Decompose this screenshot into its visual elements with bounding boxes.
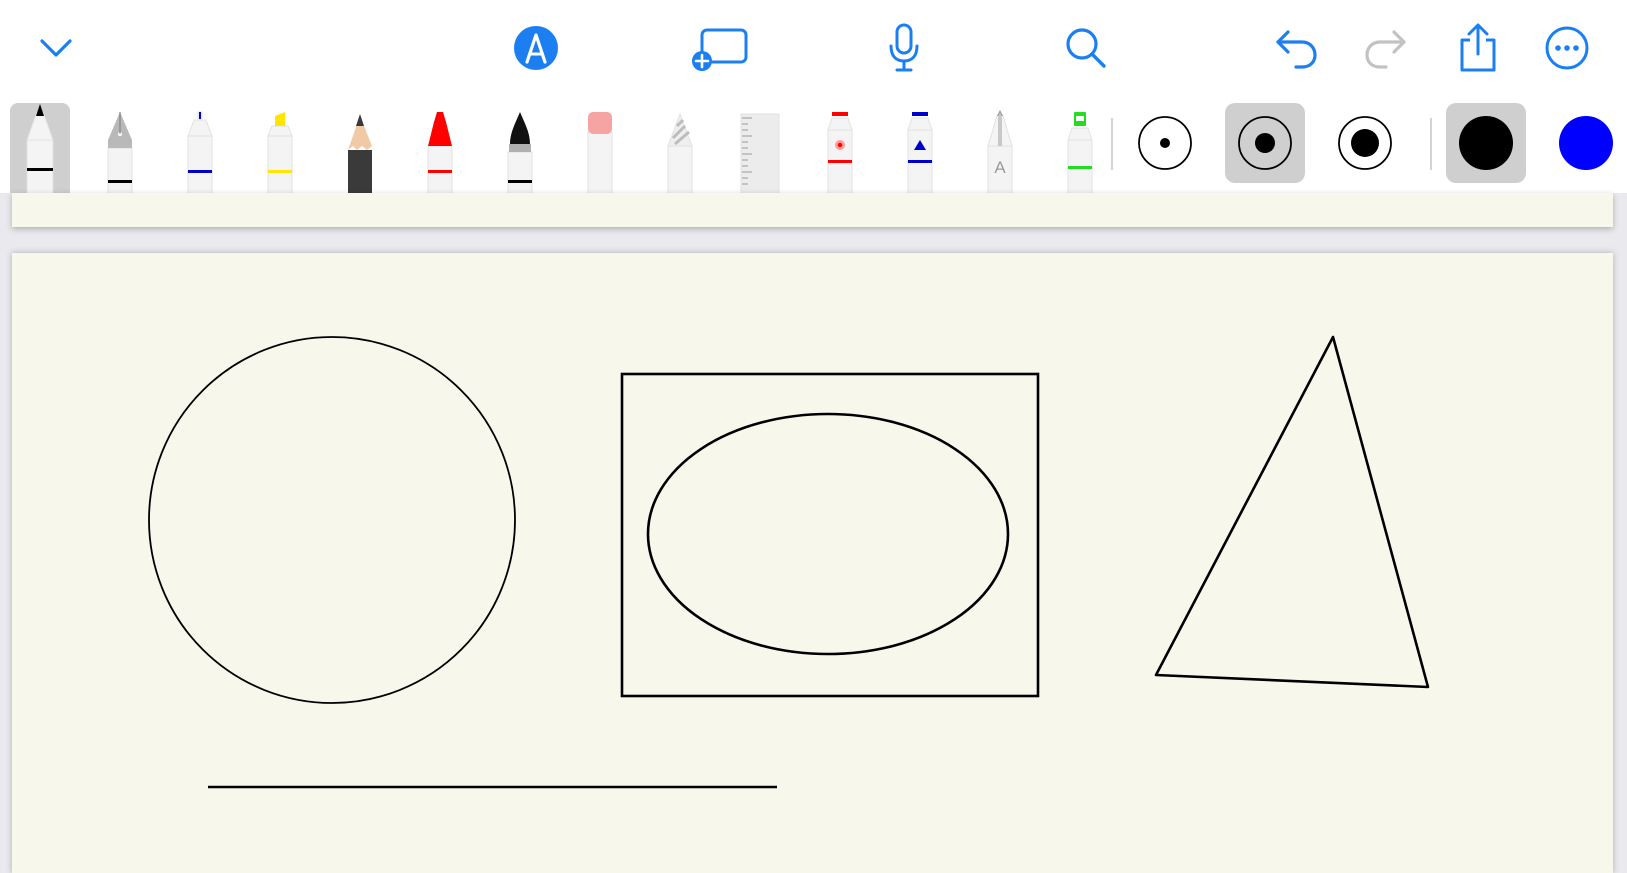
tool-lasso[interactable] [664, 96, 696, 193]
drawing-canvas[interactable] [12, 253, 1613, 873]
search-button[interactable] [1058, 20, 1114, 76]
stroke-width-medium-icon [1238, 116, 1292, 170]
text-tool-glyph: A [994, 158, 1006, 177]
redo-icon [1365, 30, 1406, 69]
stroke-width-thick[interactable] [1325, 103, 1405, 183]
color-swatch-blue [1559, 116, 1613, 170]
tool-fineliner[interactable] [184, 96, 216, 193]
share-icon [1460, 23, 1496, 72]
pen-markup-circle-icon [514, 26, 558, 70]
note-page[interactable] [12, 253, 1613, 873]
more-button[interactable] [1539, 20, 1595, 76]
markup-button[interactable] [508, 20, 564, 76]
stroke-width-medium[interactable] [1225, 103, 1305, 183]
undo-icon [1276, 30, 1317, 69]
microphone-button[interactable] [876, 20, 932, 76]
drawn-rectangle[interactable] [620, 372, 1040, 698]
stroke-width-thin[interactable] [1125, 103, 1205, 183]
color-swatch-black [1459, 116, 1513, 170]
tool-shape[interactable] [904, 96, 936, 193]
drawn-triangle[interactable] [1154, 335, 1430, 689]
tool-watercolor-brush[interactable] [504, 96, 536, 193]
tool-laser-pointer[interactable] [824, 96, 856, 193]
tool-pencil[interactable] [344, 96, 376, 193]
tool-green-marker[interactable] [1064, 96, 1096, 193]
add-page-icon [692, 28, 748, 71]
tool-monoline-pen[interactable] [24, 96, 56, 193]
drawn-ellipse[interactable] [646, 412, 1010, 656]
color-blue[interactable] [1546, 103, 1626, 183]
tool-ruler[interactable] [740, 96, 780, 193]
previous-page[interactable] [12, 193, 1613, 227]
tool-text[interactable]: A [984, 96, 1016, 193]
toolbar-separator [1111, 118, 1113, 170]
tool-highlighter[interactable] [264, 96, 296, 193]
top-bar [0, 0, 1627, 96]
toolbar-separator [1430, 118, 1432, 170]
add-page-button[interactable] [688, 20, 752, 76]
tool-crayon[interactable] [424, 96, 456, 193]
stroke-width-thick-icon [1338, 116, 1392, 170]
microphone-icon [889, 23, 919, 72]
collapse-button[interactable] [28, 20, 84, 76]
search-icon [1066, 28, 1106, 68]
share-button[interactable] [1450, 20, 1506, 76]
color-black[interactable] [1446, 103, 1526, 183]
undo-button[interactable] [1268, 20, 1324, 76]
chevron-down-icon [40, 39, 72, 57]
more-ellipsis-icon [1545, 26, 1589, 70]
tool-eraser[interactable] [584, 96, 616, 193]
redo-button[interactable] [1358, 20, 1414, 76]
drawn-circle[interactable] [148, 336, 516, 704]
stroke-width-thin-icon [1138, 116, 1192, 170]
tool-fountain-pen[interactable] [104, 96, 136, 193]
